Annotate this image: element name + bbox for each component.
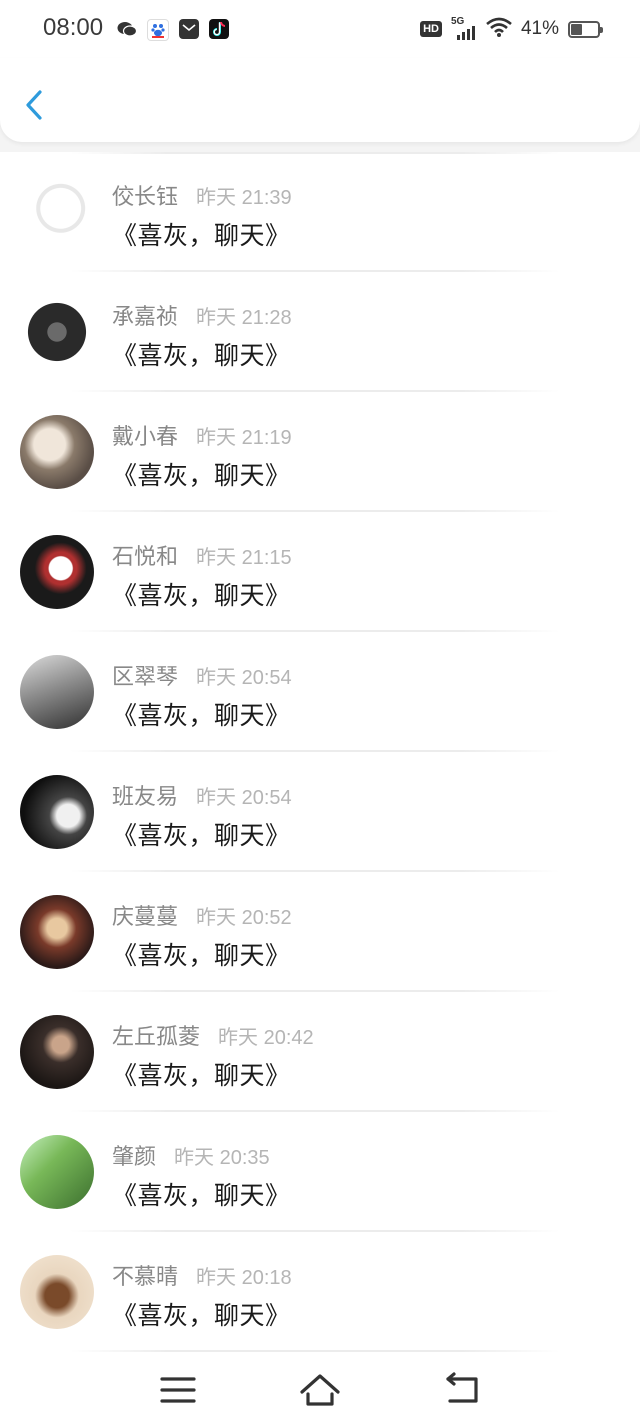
sender-name: 石悦和 (112, 545, 179, 570)
avatar[interactable] (20, 415, 94, 489)
back-button[interactable] (18, 84, 54, 124)
status-app-icons (117, 19, 229, 41)
message-text: 《喜灰，聊天》 (112, 581, 291, 610)
wechat-icon (117, 19, 137, 39)
message-time: 昨天 20:54 (196, 787, 292, 809)
avatar[interactable] (20, 1255, 94, 1329)
message-time: 昨天 20:18 (196, 1267, 292, 1289)
list-item[interactable]: 左丘孤菱 昨天 20:42 《喜灰，聊天》 (0, 992, 640, 1112)
message-time: 昨天 20:54 (196, 667, 292, 689)
status-indicators: HD 5G 41% (420, 16, 603, 41)
sender-name: 庆蔓蔓 (112, 905, 179, 930)
tiktok-icon (209, 19, 229, 39)
avatar[interactable] (20, 1135, 94, 1209)
message-list: 佼长钰 昨天 21:39 《喜灰，聊天》 承嘉祯 昨天 21:28 《喜灰，聊天… (0, 152, 640, 1352)
sender-name: 不慕晴 (112, 1265, 179, 1290)
message-text: 《喜灰，聊天》 (112, 461, 291, 490)
system-nav-bar (0, 1352, 640, 1427)
hd-badge: HD (420, 21, 442, 37)
message-time: 昨天 21:28 (196, 307, 292, 329)
status-bar: 08:00 HD 5G 41% (0, 0, 640, 58)
mail-icon (179, 19, 199, 39)
status-time: 08:00 (43, 14, 104, 41)
list-item[interactable]: 戴小春 昨天 21:19 《喜灰，聊天》 (0, 392, 640, 512)
message-text: 《喜灰，聊天》 (112, 1061, 291, 1090)
home-icon (300, 1374, 340, 1406)
message-text: 《喜灰，聊天》 (112, 221, 291, 250)
message-time: 昨天 21:15 (196, 547, 292, 569)
list-item[interactable]: 石悦和 昨天 21:15 《喜灰，聊天》 (0, 512, 640, 632)
sender-name: 佼长钰 (112, 185, 179, 210)
list-item[interactable]: 区翠琴 昨天 20:54 《喜灰，聊天》 (0, 632, 640, 752)
message-time: 昨天 20:52 (196, 907, 292, 929)
recent-apps-button[interactable] (158, 1370, 198, 1410)
menu-icon (160, 1377, 196, 1403)
sender-name: 区翠琴 (112, 665, 179, 690)
list-item[interactable]: 佼长钰 昨天 21:39 《喜灰，聊天》 (0, 152, 640, 272)
message-text: 《喜灰，聊天》 (112, 1301, 291, 1330)
message-time: 昨天 20:35 (174, 1147, 270, 1169)
list-item[interactable]: 承嘉祯 昨天 21:28 《喜灰，聊天》 (0, 272, 640, 392)
sender-name: 班友易 (112, 785, 179, 810)
message-text: 《喜灰，聊天》 (112, 821, 291, 850)
home-button[interactable] (299, 1370, 340, 1410)
avatar[interactable] (20, 895, 94, 969)
system-back-button[interactable] (442, 1370, 482, 1410)
battery-percent: 41% (520, 18, 559, 39)
chevron-left-icon (26, 90, 42, 120)
list-item[interactable]: 不慕晴 昨天 20:18 《喜灰，聊天》 (0, 1232, 640, 1352)
sender-name: 承嘉祯 (112, 305, 179, 330)
message-text: 《喜灰，聊天》 (112, 701, 291, 730)
list-item[interactable]: 庆蔓蔓 昨天 20:52 《喜灰，聊天》 (0, 872, 640, 992)
message-text: 《喜灰，聊天》 (112, 341, 291, 370)
avatar[interactable] (20, 295, 94, 369)
sender-name: 戴小春 (112, 425, 179, 450)
avatar[interactable] (20, 1015, 94, 1089)
avatar[interactable] (20, 655, 94, 729)
sender-name: 左丘孤菱 (112, 1025, 201, 1050)
top-header (0, 58, 640, 142)
list-item[interactable]: 肇颜 昨天 20:35 《喜灰，聊天》 (0, 1112, 640, 1232)
avatar[interactable] (20, 775, 94, 849)
back-arrow-icon (446, 1372, 478, 1403)
message-time: 昨天 21:19 (196, 427, 292, 449)
baidu-icon (147, 19, 169, 41)
wifi-icon (486, 17, 512, 41)
battery-icon (568, 20, 603, 38)
message-text: 《喜灰，聊天》 (112, 941, 291, 970)
message-time: 昨天 21:39 (196, 187, 292, 209)
message-time: 昨天 20:42 (218, 1027, 314, 1049)
message-text: 《喜灰，聊天》 (112, 1181, 291, 1210)
signal-5g-icon: 5G (451, 16, 477, 40)
avatar[interactable] (20, 535, 94, 609)
list-item[interactable]: 班友易 昨天 20:54 《喜灰，聊天》 (0, 752, 640, 872)
sender-name: 肇颜 (112, 1145, 157, 1170)
avatar[interactable] (20, 175, 94, 249)
